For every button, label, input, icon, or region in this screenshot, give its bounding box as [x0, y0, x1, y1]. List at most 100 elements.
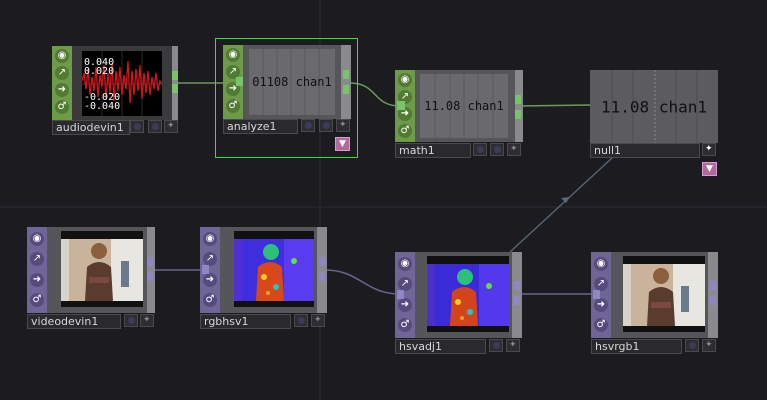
cook-icon[interactable]: ↗	[203, 252, 217, 266]
cook-icon[interactable]: ↗	[398, 277, 412, 291]
output-port[interactable]	[515, 110, 521, 119]
node-name[interactable]: rgbhsv1	[200, 314, 291, 329]
render-toggle[interactable]	[702, 143, 716, 156]
bypass-icon[interactable]: ◉	[55, 49, 69, 63]
wire-math1-null1	[518, 104, 591, 107]
display-toggle[interactable]	[490, 143, 504, 156]
render-toggle[interactable]	[311, 314, 325, 327]
display-toggle[interactable]	[319, 119, 333, 132]
export-flag-icon[interactable]: ▼	[702, 162, 717, 176]
display-toggle[interactable]	[148, 120, 162, 133]
viewer[interactable]: 11.08 chan1	[415, 70, 515, 142]
output-port[interactable]	[514, 296, 520, 305]
output-port[interactable]	[172, 84, 178, 93]
display-arrow-icon[interactable]: ➜	[55, 83, 69, 97]
input-port[interactable]	[593, 290, 600, 299]
viewer[interactable]	[47, 227, 147, 313]
channel-display: 01108 chan1	[249, 49, 335, 115]
viewer[interactable]	[415, 252, 512, 338]
bypass-icon[interactable]: ◉	[398, 73, 412, 87]
display-toggle[interactable]	[124, 314, 138, 327]
node-name[interactable]: audiodevin1	[52, 120, 130, 135]
cook-icon[interactable]: ↗	[55, 66, 69, 80]
viewer-toggle[interactable]	[301, 119, 315, 132]
video-image	[623, 256, 705, 332]
video-image	[234, 231, 314, 307]
node-name[interactable]: analyze1	[223, 119, 298, 134]
cook-icon[interactable]: ↗	[30, 252, 44, 266]
node-name[interactable]: videodevin1	[27, 314, 121, 329]
render-toggle[interactable]	[336, 119, 350, 132]
render-toggle[interactable]	[164, 120, 178, 133]
display-arrow-icon[interactable]: ➜	[594, 298, 608, 312]
render-toggle[interactable]	[140, 314, 154, 327]
node-name[interactable]: math1	[395, 143, 471, 158]
output-strip	[172, 46, 178, 120]
viewer[interactable]: 0.040 0.020 -0.020 -0.040	[72, 46, 172, 120]
viewer-toggle[interactable]	[130, 120, 144, 133]
clone-icon[interactable]: ♂	[30, 293, 44, 307]
node-name[interactable]: hsvrgb1	[591, 339, 682, 354]
output-port[interactable]	[515, 95, 521, 104]
viewer[interactable]: 11.08 chan1	[590, 70, 718, 143]
render-toggle[interactable]	[507, 143, 521, 156]
display-arrow-icon[interactable]: ➜	[203, 273, 217, 287]
output-port[interactable]	[147, 272, 153, 281]
input-port[interactable]	[236, 77, 243, 86]
output-strip	[515, 70, 523, 142]
render-toggle[interactable]	[506, 339, 520, 352]
output-port[interactable]	[319, 272, 325, 281]
node-name[interactable]: hsvadj1	[395, 339, 486, 354]
wire-analyze1-math1	[349, 82, 401, 107]
input-port[interactable]	[397, 290, 404, 299]
viewer-toggle[interactable]	[473, 143, 487, 156]
bypass-icon[interactable]: ◉	[226, 48, 240, 62]
output-port[interactable]	[172, 71, 178, 80]
output-strip	[512, 252, 522, 338]
side-strip: ◉ ↗ ➜ ♂	[52, 46, 72, 120]
display-toggle[interactable]	[685, 339, 699, 352]
output-strip	[341, 45, 351, 119]
channel-value: 01108 chan1	[252, 75, 332, 89]
display-toggle[interactable]	[294, 314, 308, 327]
bypass-icon[interactable]: ◉	[594, 257, 608, 271]
render-toggle[interactable]	[702, 339, 716, 352]
viewer[interactable]: 01108 chan1	[243, 45, 341, 119]
display-arrow-icon[interactable]: ➜	[398, 298, 412, 312]
output-strip	[147, 227, 155, 313]
display-arrow-icon[interactable]: ➜	[30, 273, 44, 287]
scope-label: 0.020	[84, 66, 115, 77]
video-image	[61, 231, 143, 307]
output-port[interactable]	[514, 281, 520, 290]
bypass-icon[interactable]: ◉	[30, 232, 44, 246]
video-preview	[427, 256, 509, 332]
clone-icon[interactable]: ♂	[594, 318, 608, 332]
output-port[interactable]	[343, 70, 349, 79]
wire-arrow	[561, 197, 570, 203]
clone-icon[interactable]: ♂	[203, 293, 217, 307]
bypass-icon[interactable]: ◉	[203, 232, 217, 246]
input-port[interactable]	[397, 101, 405, 110]
audio-scope: 0.040 0.020 -0.020 -0.040	[82, 51, 162, 116]
clone-icon[interactable]: ♂	[398, 124, 412, 138]
channel-value: 11.08 chan1	[601, 97, 707, 116]
export-flag-icon[interactable]: ▼	[335, 137, 350, 151]
output-port[interactable]	[319, 257, 325, 266]
output-port[interactable]	[710, 296, 716, 305]
display-toggle[interactable]	[489, 339, 503, 352]
output-strip	[317, 227, 327, 313]
input-port[interactable]	[202, 265, 209, 274]
cook-icon[interactable]: ↗	[594, 277, 608, 291]
node-name[interactable]: null1	[590, 143, 700, 158]
bypass-icon[interactable]: ◉	[398, 257, 412, 271]
viewer[interactable]	[611, 252, 708, 338]
clone-icon[interactable]: ♂	[226, 99, 240, 113]
output-port[interactable]	[343, 85, 349, 94]
video-image	[427, 256, 509, 332]
clone-icon[interactable]: ♂	[398, 318, 412, 332]
viewer[interactable]	[220, 227, 317, 313]
scope-label: -0.040	[84, 101, 121, 112]
clone-icon[interactable]: ♂	[55, 100, 69, 114]
output-port[interactable]	[147, 257, 153, 266]
output-port[interactable]	[710, 281, 716, 290]
